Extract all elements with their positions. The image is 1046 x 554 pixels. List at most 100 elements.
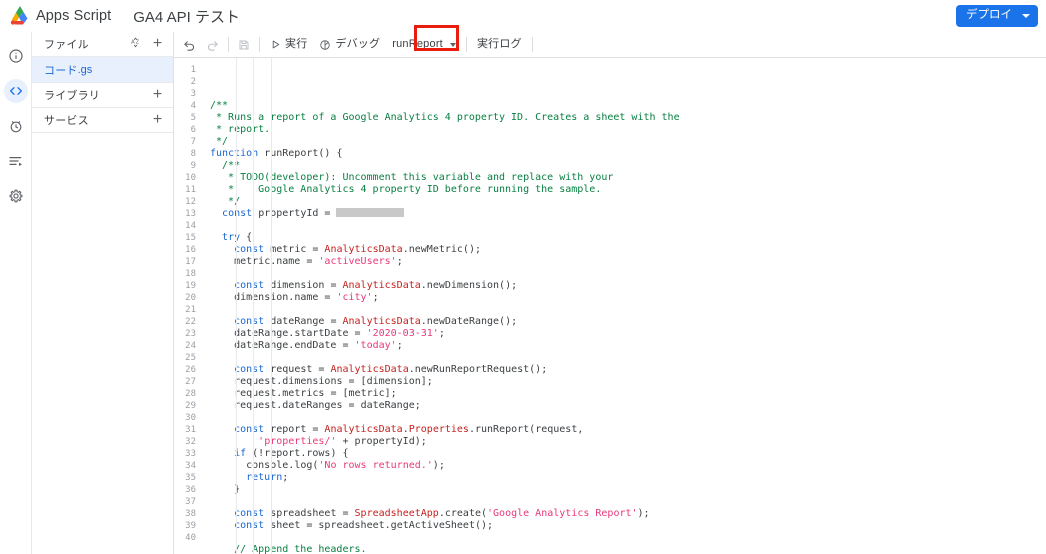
line-number: 37 bbox=[185, 497, 196, 507]
code-line[interactable]: // Append the headers. bbox=[210, 544, 1046, 554]
code-line[interactable]: metric.name = 'activeUsers'; bbox=[210, 256, 1046, 268]
code-line[interactable]: */ bbox=[210, 136, 1046, 148]
function-select[interactable]: runReport bbox=[386, 35, 462, 55]
debug-button[interactable]: デバッグ bbox=[313, 35, 386, 55]
run-label: 実行 bbox=[285, 38, 308, 50]
project-title[interactable]: GA4 API テスト bbox=[133, 6, 240, 27]
line-number: 20 bbox=[185, 293, 196, 303]
add-library-icon[interactable]: + bbox=[149, 87, 166, 104]
line-number: 31 bbox=[185, 425, 196, 435]
code-line[interactable]: const spreadsheet = SpreadsheetApp.creat… bbox=[210, 508, 1046, 520]
line-number: 34 bbox=[185, 461, 196, 471]
code-line[interactable]: return; bbox=[210, 472, 1046, 484]
file-item-code-gs[interactable]: コード .gs bbox=[32, 57, 173, 83]
toolbar-divider-4 bbox=[531, 37, 533, 52]
services-label: サービス bbox=[44, 115, 89, 127]
code-line[interactable]: console.log('No rows returned.'); bbox=[210, 460, 1046, 472]
line-number: 36 bbox=[185, 485, 196, 495]
code-line[interactable] bbox=[210, 412, 1046, 424]
line-number: 8 bbox=[190, 149, 196, 159]
redacted-property-id bbox=[336, 208, 405, 217]
redo-button[interactable] bbox=[201, 35, 224, 55]
bug-icon bbox=[319, 39, 331, 51]
rail-item-project-settings[interactable] bbox=[4, 184, 28, 208]
add-service-icon[interactable]: + bbox=[149, 112, 166, 129]
code-editor[interactable]: 1 2 3 4 5 6 7 8 9 10 11 12 13 14 15 16 17 18 19 20 21 22 23 24 2… bbox=[174, 58, 1046, 554]
code-line[interactable]: const dimension = AnalyticsData.newDimen… bbox=[210, 280, 1046, 292]
chevron-down-icon bbox=[1022, 14, 1030, 18]
code-line[interactable]: dimension.name = 'city'; bbox=[210, 292, 1046, 304]
code-line[interactable]: * Runs a report of a Google Analytics 4 … bbox=[210, 112, 1046, 124]
sort-az-icon[interactable]: A Z bbox=[128, 36, 145, 53]
libraries-row[interactable]: ライブラリ + bbox=[32, 83, 173, 108]
line-number: 17 bbox=[185, 257, 196, 267]
code-line[interactable]: dateRange.startDate = '2020-03-31'; bbox=[210, 328, 1046, 340]
line-number: 6 bbox=[190, 125, 196, 135]
line-number: 27 bbox=[185, 377, 196, 387]
rail-item-executions[interactable] bbox=[4, 149, 28, 173]
toolbar-divider-2 bbox=[259, 37, 260, 52]
save-icon bbox=[238, 39, 250, 51]
line-number: 35 bbox=[185, 473, 196, 483]
code-icon bbox=[8, 83, 24, 99]
add-file-icon[interactable]: + bbox=[149, 36, 166, 53]
code-line[interactable]: 'properties/' + propertyId); bbox=[210, 436, 1046, 448]
line-number: 9 bbox=[190, 161, 196, 171]
code-line[interactable]: } bbox=[210, 484, 1046, 496]
code-line[interactable]: const metric = AnalyticsData.newMetric()… bbox=[210, 244, 1046, 256]
line-number: 12 bbox=[185, 197, 196, 207]
gear-icon bbox=[8, 188, 24, 204]
code-line[interactable]: */ bbox=[210, 196, 1046, 208]
execution-log-button[interactable]: 実行ログ bbox=[471, 35, 528, 55]
code-line[interactable]: * TODO(developer): Uncomment this variab… bbox=[210, 172, 1046, 184]
code-line[interactable]: /** bbox=[210, 160, 1046, 172]
rail-item-triggers[interactable] bbox=[4, 114, 28, 138]
execution-log-label: 実行ログ bbox=[476, 38, 522, 50]
run-button[interactable]: 実行 bbox=[264, 35, 313, 55]
code-line[interactable]: if (!report.rows) { bbox=[210, 448, 1046, 460]
code-line[interactable]: const report = AnalyticsData.Properties.… bbox=[210, 424, 1046, 436]
save-button[interactable] bbox=[233, 35, 255, 55]
code-line[interactable]: const request = AnalyticsData.newRunRepo… bbox=[210, 364, 1046, 376]
code-line[interactable]: const dateRange = AnalyticsData.newDateR… bbox=[210, 316, 1046, 328]
line-number: 21 bbox=[185, 305, 196, 315]
apps-script-logo-icon bbox=[6, 4, 32, 28]
line-number: 10 bbox=[185, 173, 196, 183]
rail-item-editor[interactable] bbox=[3, 79, 28, 103]
code-line[interactable] bbox=[210, 532, 1046, 544]
code-line[interactable]: * report. bbox=[210, 124, 1046, 136]
clock-icon bbox=[8, 118, 24, 134]
code-line[interactable]: /** bbox=[210, 100, 1046, 112]
toolbar-divider-1 bbox=[228, 37, 229, 52]
code-line[interactable]: try { bbox=[210, 232, 1046, 244]
line-number: 15 bbox=[185, 233, 196, 243]
code-line[interactable]: request.dimensions = [dimension]; bbox=[210, 376, 1046, 388]
code-line[interactable]: const sheet = spreadsheet.getActiveSheet… bbox=[210, 520, 1046, 532]
apps-script-window: Apps Script GA4 API テスト デプロイ ファイル A Z + … bbox=[0, 0, 1046, 554]
undo-button[interactable] bbox=[178, 35, 201, 55]
files-header-row: ファイル A Z + bbox=[32, 32, 173, 57]
line-number: 23 bbox=[185, 329, 196, 339]
file-extension: .gs bbox=[77, 63, 93, 76]
code-line[interactable]: function runReport() { bbox=[210, 148, 1046, 160]
file-panel: ファイル A Z + コード .gs ライブラリ + サービス + bbox=[32, 32, 174, 554]
code-line[interactable]: dateRange.endDate = 'today'; bbox=[210, 340, 1046, 352]
code-line[interactable] bbox=[210, 352, 1046, 364]
line-number: 16 bbox=[185, 245, 196, 255]
services-row[interactable]: サービス + bbox=[32, 108, 173, 133]
deploy-button[interactable]: デプロイ bbox=[956, 5, 1038, 27]
code-line[interactable]: request.dateRanges = dateRange; bbox=[210, 400, 1046, 412]
line-number: 1 bbox=[190, 65, 196, 75]
code-line[interactable]: request.metrics = [metric]; bbox=[210, 388, 1046, 400]
code-line[interactable] bbox=[210, 304, 1046, 316]
code-line[interactable] bbox=[210, 268, 1046, 280]
line-number: 39 bbox=[185, 521, 196, 531]
code-line[interactable] bbox=[210, 496, 1046, 508]
line-number: 26 bbox=[185, 365, 196, 375]
code-line[interactable] bbox=[210, 220, 1046, 232]
rail-item-overview[interactable] bbox=[4, 44, 28, 68]
code-line[interactable]: const propertyId = bbox=[210, 208, 1046, 220]
code-content[interactable]: /** * Runs a report of a Google Analytic… bbox=[202, 58, 1046, 554]
code-line[interactable]: * Google Analytics 4 property ID before … bbox=[210, 184, 1046, 196]
line-number: 7 bbox=[190, 137, 196, 147]
